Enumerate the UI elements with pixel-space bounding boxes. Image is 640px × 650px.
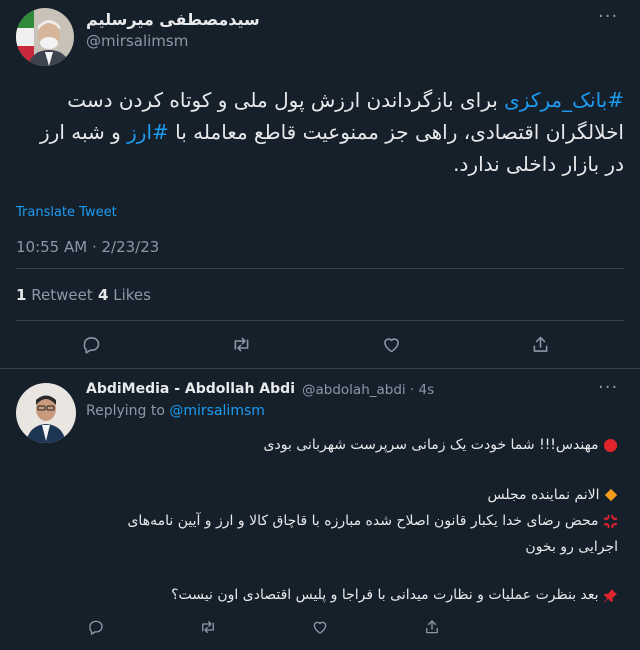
hashtag-central-bank[interactable]: #بانک_مرکزی (504, 88, 624, 112)
reply-line-4: اجرایی رو بخون (525, 539, 618, 555)
reply-text: اجرایی رو بخون (525, 539, 618, 555)
retweet-button[interactable] (226, 329, 256, 359)
reply-text: الانم نماینده مجلس (487, 487, 600, 503)
more-options-icon[interactable]: ··· (598, 6, 618, 27)
retweet-icon (202, 621, 214, 633)
tweet-line-2: اخلالگران اقتصادی، راهی جز ممنوعیت قاطع … (16, 116, 624, 148)
likes-stat[interactable]: 4 Likes (98, 286, 151, 304)
reply-line-1: مهندس!!! شما خودت یک زمانی سرپرست شهربان… (264, 437, 618, 453)
reply-tweet[interactable]: AbdiMedia - Abdollah Abdi @abdolah_abdi … (0, 368, 640, 650)
tweet-text-segment: و شبه ارز (40, 120, 128, 144)
main-tweet: سیدمصطفی میرسلیم @mirsalimsm ··· #بانک_م… (0, 0, 640, 368)
divider (16, 268, 624, 269)
anger-symbol-emoji-icon (603, 514, 618, 528)
reply-text: مهندس!!! شما خودت یک زمانی سرپرست شهربان… (263, 437, 599, 453)
tweet-text: #بانک_مرکزی برای بازگرداندن ارزش پول ملی… (16, 84, 624, 180)
heart-icon (383, 337, 399, 352)
heart-icon (313, 621, 327, 634)
like-button[interactable] (376, 329, 406, 359)
tweet-line-1: #بانک_مرکزی برای بازگرداندن ارزش پول ملی… (16, 84, 624, 116)
red-circle-emoji-icon (603, 438, 618, 452)
orange-diamond-emoji-icon (604, 488, 618, 502)
reply-author-avatar[interactable] (16, 383, 76, 443)
retweet-icon (234, 337, 248, 351)
likes-label: Likes (113, 286, 151, 304)
reply-line-2: الانم نماینده مجلس (487, 487, 618, 503)
author-avatar[interactable] (16, 8, 74, 66)
retweet-stat[interactable]: 1 Retweet (16, 286, 93, 304)
more-options-icon[interactable]: ··· (598, 377, 618, 398)
reply-line-5: بعد بنظرت عملیات و نظارت میدانی با فراجا… (171, 587, 618, 603)
hashtag-currency[interactable]: #ارز (127, 120, 169, 144)
reply-text: بعد بنظرت عملیات و نظارت میدانی با فراجا… (171, 587, 599, 603)
retweet-label: Retweet (31, 286, 93, 304)
translate-tweet-link[interactable]: Translate Tweet (16, 205, 117, 220)
reply-line-3: محض رضای خدا یکبار قانون اصلاح شده مبارز… (127, 513, 618, 529)
reply-author-meta: @abdolah_abdi · 4s (302, 382, 434, 398)
reply-time[interactable]: · 4s (410, 382, 434, 398)
reply-retweet-button[interactable] (193, 612, 223, 642)
reply-author-name[interactable]: AbdiMedia - Abdollah Abdi (86, 381, 295, 397)
tweet-text-segment: اخلالگران اقتصادی، راهی جز ممنوعیت قاطع … (168, 120, 624, 144)
reply-text: محض رضای خدا یکبار قانون اصلاح شده مبارز… (127, 513, 599, 529)
share-button[interactable] (525, 329, 555, 359)
replying-to-handle[interactable]: @mirsalimsm (169, 403, 265, 419)
tweet-timestamp[interactable]: 10:55 AM · 2/23/23 (16, 238, 159, 256)
reply-comment-button[interactable] (81, 612, 111, 642)
likes-count: 4 (98, 286, 109, 304)
reply-author-handle[interactable]: @abdolah_abdi (302, 382, 406, 398)
reply-like-button[interactable] (305, 612, 335, 642)
reply-button[interactable] (76, 329, 106, 359)
pushpin-emoji-icon (603, 588, 618, 603)
author-handle[interactable]: @mirsalimsm (86, 32, 188, 50)
comment-icon (89, 620, 103, 635)
replying-to: Replying to @mirsalimsm (86, 403, 265, 419)
share-icon (533, 336, 547, 352)
retweet-count: 1 (16, 286, 27, 304)
share-icon (426, 620, 438, 634)
divider (16, 320, 624, 321)
replying-to-label: Replying to (86, 403, 170, 419)
comment-icon (83, 336, 99, 354)
tweet-line-3: در بازار داخلی ندارد. (453, 152, 624, 176)
tweet-text-segment: برای بازگرداندن ارزش پول ملی و کوتاه کرد… (67, 88, 505, 112)
reply-share-button[interactable] (417, 612, 447, 642)
author-name[interactable]: سیدمصطفی میرسلیم (86, 10, 260, 29)
